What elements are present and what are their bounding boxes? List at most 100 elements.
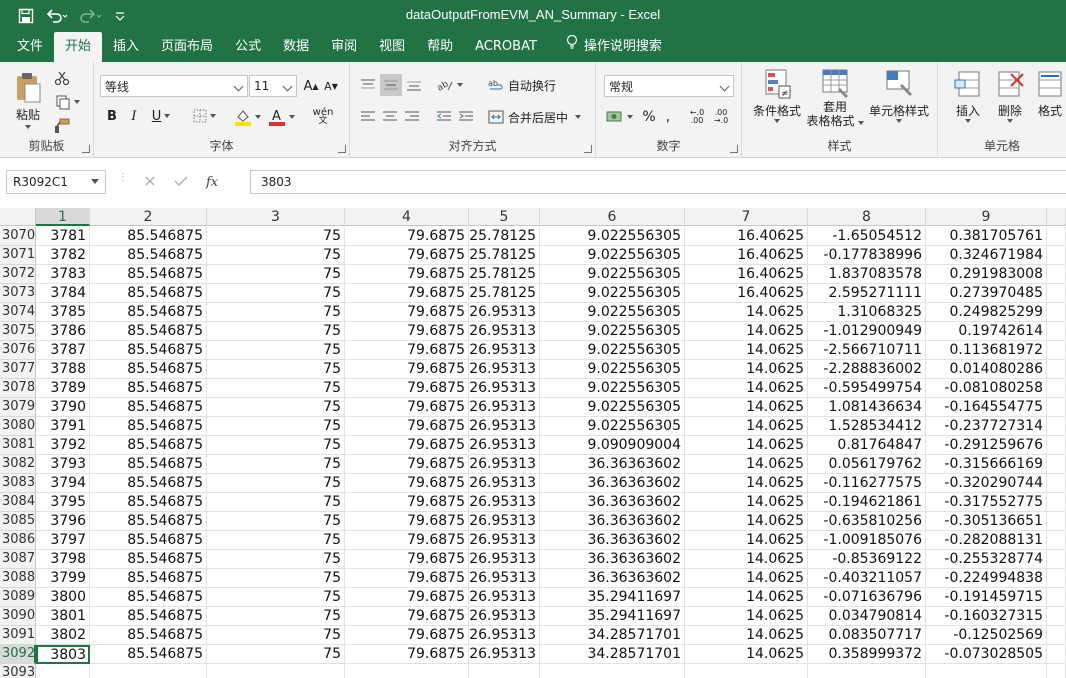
table-cell[interactable]: 16.40625 [685, 265, 808, 284]
table-cell[interactable]: 2.595271111 [808, 284, 926, 303]
column-header[interactable]: 4 [345, 208, 469, 226]
table-cell[interactable]: 79.6875 [345, 607, 469, 626]
clipboard-launcher-icon[interactable] [82, 145, 90, 153]
table-cell[interactable]: 26.95313 [469, 493, 540, 512]
table-cell[interactable]: 79.6875 [345, 417, 469, 436]
table-cell[interactable]: 85.546875 [90, 398, 207, 417]
table-cell[interactable]: 79.6875 [345, 550, 469, 569]
decrease-font-icon[interactable]: A ▼ [322, 76, 340, 96]
formula-input[interactable]: 3803 [250, 170, 1066, 194]
percent-style-icon[interactable]: % [640, 106, 658, 128]
table-cell[interactable]: 85.546875 [90, 588, 207, 607]
cancel-icon[interactable] [144, 175, 156, 190]
table-cell[interactable]: 79.6875 [345, 626, 469, 645]
wrap-text-button[interactable]: ab 自动换行 [488, 74, 578, 96]
fill-color-icon[interactable] [232, 106, 262, 128]
table-cell[interactable]: 16.40625 [685, 246, 808, 265]
table-cell[interactable]: 85.546875 [90, 322, 207, 341]
accounting-format-icon[interactable] [604, 106, 634, 128]
row-header[interactable]: 3075 [0, 322, 36, 341]
formula-bar-grip-icon[interactable]: ⋮ [118, 173, 128, 188]
table-cell[interactable]: 85.546875 [90, 265, 207, 284]
table-cell-filler[interactable] [1047, 455, 1066, 474]
table-cell[interactable]: -0.191459715 [926, 588, 1047, 607]
table-cell[interactable]: 3790 [36, 398, 90, 417]
table-cell[interactable]: 85.546875 [90, 626, 207, 645]
table-cell[interactable]: 26.95313 [469, 550, 540, 569]
align-center-icon[interactable] [380, 106, 400, 128]
table-cell[interactable]: 9.090909004 [540, 436, 685, 455]
table-cell[interactable]: -0.305136651 [926, 512, 1047, 531]
table-cell[interactable]: 85.546875 [90, 379, 207, 398]
row-header[interactable]: 3072 [0, 265, 36, 284]
table-cell[interactable]: 85.546875 [90, 474, 207, 493]
table-cell[interactable]: 36.36363602 [540, 512, 685, 531]
table-cell[interactable]: 14.0625 [685, 474, 808, 493]
format-painter-icon[interactable] [52, 116, 72, 136]
table-cell[interactable]: 26.95313 [469, 455, 540, 474]
table-cell[interactable]: 14.0625 [685, 398, 808, 417]
format-as-table-button[interactable]: 套用 表格格式 [806, 68, 864, 134]
table-cell[interactable]: -0.194621861 [808, 493, 926, 512]
column-header[interactable]: 8 [808, 208, 926, 226]
alignment-launcher-icon[interactable] [584, 145, 592, 153]
table-cell[interactable]: 34.28571701 [540, 645, 685, 664]
table-cell[interactable]: 14.0625 [685, 303, 808, 322]
table-cell[interactable]: -0.595499754 [808, 379, 926, 398]
table-cell-filler[interactable] [1047, 626, 1066, 645]
orientation-icon[interactable]: ab [434, 74, 464, 96]
table-cell[interactable]: 9.022556305 [540, 284, 685, 303]
table-cell[interactable]: 36.36363602 [540, 474, 685, 493]
table-cell[interactable]: 79.6875 [345, 246, 469, 265]
table-cell[interactable]: 75 [207, 493, 345, 512]
column-header[interactable]: 5 [469, 208, 540, 226]
table-cell[interactable]: 14.0625 [685, 341, 808, 360]
table-cell[interactable]: -2.288836002 [808, 360, 926, 379]
table-cell[interactable]: 3788 [36, 360, 90, 379]
table-cell[interactable]: 9.022556305 [540, 322, 685, 341]
align-right-icon[interactable] [402, 106, 422, 128]
table-cell[interactable]: 14.0625 [685, 607, 808, 626]
row-header[interactable]: 3081 [0, 436, 36, 455]
table-cell[interactable]: -0.255328774 [926, 550, 1047, 569]
row-header[interactable]: 3079 [0, 398, 36, 417]
table-cell[interactable]: 75 [207, 531, 345, 550]
table-cell[interactable]: 1.31068325 [808, 303, 926, 322]
table-cell[interactable] [926, 664, 1047, 678]
table-cell[interactable]: 79.6875 [345, 588, 469, 607]
increase-decimal-icon[interactable]: ←.0.00 [686, 106, 708, 128]
table-cell-filler[interactable] [1047, 322, 1066, 341]
worksheet-grid[interactable]: 1 2 3 4 5 6 7 8 9 3070 3781 85.546875 75 79.6875 25.78… [0, 208, 1066, 678]
table-cell[interactable]: 26.95313 [469, 436, 540, 455]
table-cell[interactable]: 75 [207, 398, 345, 417]
row-header[interactable]: 3089 [0, 588, 36, 607]
conditional-formatting-button[interactable]: ≠ 条件格式 [748, 68, 806, 134]
table-cell[interactable]: 16.40625 [685, 284, 808, 303]
number-format-select[interactable]: 常规 [604, 75, 734, 97]
table-cell[interactable]: 0.273970485 [926, 284, 1047, 303]
table-cell[interactable]: 9.022556305 [540, 303, 685, 322]
underline-icon[interactable]: U [148, 106, 174, 126]
table-cell[interactable]: 0.034790814 [808, 607, 926, 626]
table-cell[interactable]: 75 [207, 645, 345, 664]
table-cell-filler[interactable] [1047, 379, 1066, 398]
table-cell[interactable]: 79.6875 [345, 360, 469, 379]
table-cell[interactable]: 14.0625 [685, 626, 808, 645]
table-cell[interactable]: 35.29411697 [540, 588, 685, 607]
font-name-select[interactable]: 等线 [100, 75, 248, 97]
delete-cells-button[interactable]: 删除 [990, 68, 1030, 134]
table-cell[interactable]: 1.528534412 [808, 417, 926, 436]
table-cell[interactable]: -0.85369122 [808, 550, 926, 569]
table-cell[interactable]: 3784 [36, 284, 90, 303]
table-cell[interactable]: 75 [207, 474, 345, 493]
row-header[interactable]: 3082 [0, 455, 36, 474]
table-cell[interactable]: 85.546875 [90, 569, 207, 588]
table-cell-filler[interactable] [1047, 531, 1066, 550]
italic-icon[interactable]: I [126, 106, 142, 126]
table-cell-filler[interactable] [1047, 417, 1066, 436]
table-cell[interactable]: 75 [207, 227, 345, 246]
table-cell[interactable]: 79.6875 [345, 322, 469, 341]
table-cell[interactable]: 75 [207, 512, 345, 531]
table-cell[interactable]: 79.6875 [345, 493, 469, 512]
table-cell[interactable]: 14.0625 [685, 588, 808, 607]
